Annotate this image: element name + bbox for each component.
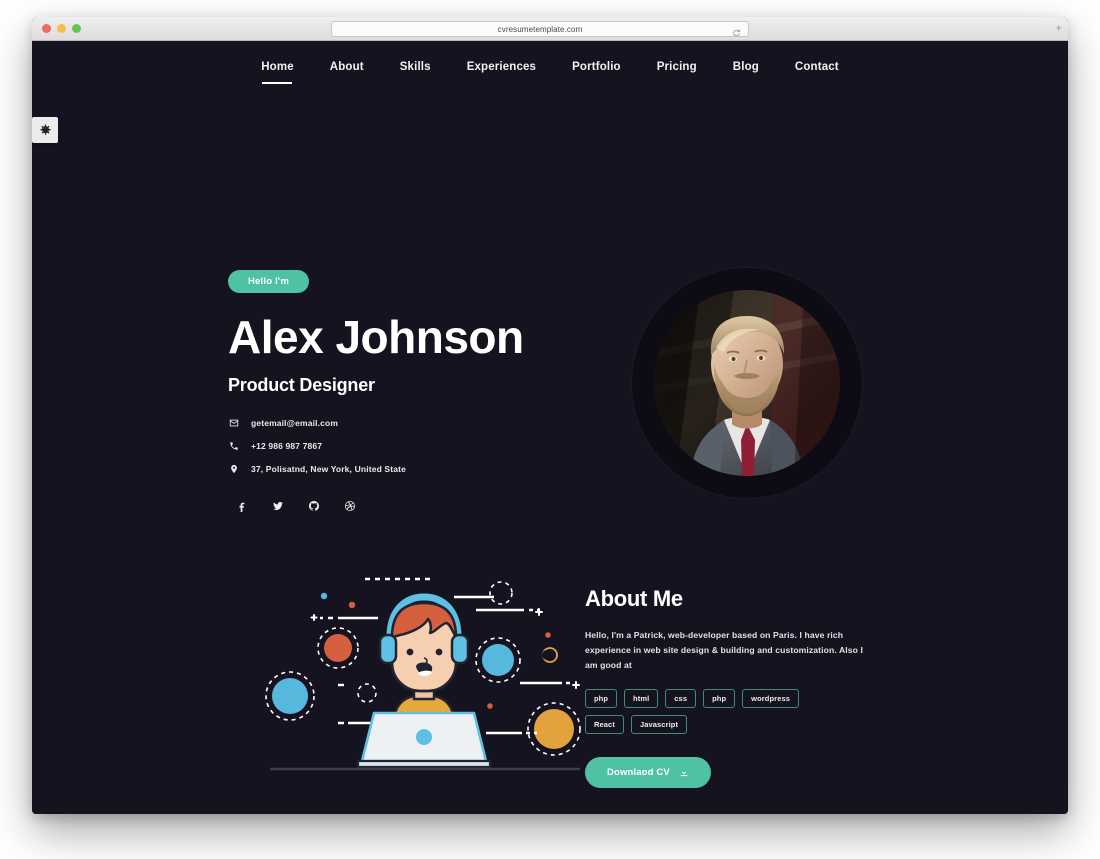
- download-icon: [680, 768, 688, 776]
- about-title: About Me: [585, 586, 683, 611]
- nav-list: Home About Skills Experiences Portfolio …: [243, 61, 857, 73]
- phone-icon: [228, 441, 239, 451]
- contact-address-text: 37, Polisatnd, New York, United State: [251, 464, 406, 475]
- new-tab-button[interactable]: +: [1056, 23, 1062, 34]
- skill-tag[interactable]: html: [624, 689, 659, 709]
- maximize-window-button[interactable]: [72, 24, 81, 33]
- portrait-photo: [654, 290, 840, 476]
- gear-icon: [39, 124, 51, 135]
- skill-tag[interactable]: React: [585, 715, 624, 735]
- hero-text-block: Hello I'm Alex Johnson Product Designer …: [228, 270, 618, 513]
- reload-icon[interactable]: [732, 25, 741, 37]
- contact-item-email[interactable]: getemail@email.com: [228, 418, 618, 428]
- skill-tag-list: php html css php wordpress React Javascr…: [585, 689, 835, 735]
- skill-tag[interactable]: wordpress: [742, 689, 799, 709]
- hero-name: Alex Johnson: [228, 311, 524, 363]
- download-cv-label: Downlaod CV: [607, 767, 670, 779]
- portrait-ring: [632, 268, 862, 498]
- skill-tag[interactable]: css: [665, 689, 697, 709]
- hero-role: Product Designer: [228, 375, 375, 396]
- about-illustration: [254, 563, 594, 783]
- download-cv-button[interactable]: Downlaod CV: [585, 757, 711, 789]
- url-text: cvresumetemplate.com: [497, 24, 583, 34]
- location-pin-icon: [228, 464, 239, 474]
- traffic-lights: [32, 24, 81, 33]
- browser-chrome: cvresumetemplate.com +: [32, 17, 1068, 41]
- dribbble-icon[interactable]: [343, 499, 357, 513]
- hero-section: Hello I'm Alex Johnson Product Designer …: [32, 93, 1068, 563]
- github-icon[interactable]: [307, 499, 321, 513]
- nav-item-contact[interactable]: Contact: [777, 61, 857, 73]
- address-bar[interactable]: cvresumetemplate.com: [331, 21, 749, 37]
- hero-portrait: [632, 268, 862, 498]
- nav-item-experiences[interactable]: Experiences: [449, 61, 554, 73]
- settings-toggle-button[interactable]: [32, 117, 58, 143]
- contact-phone-text: +12 986 987 7867: [251, 441, 323, 452]
- nav-item-skills[interactable]: Skills: [382, 61, 449, 73]
- main-navigation: Home About Skills Experiences Portfolio …: [32, 41, 1068, 93]
- skill-tag[interactable]: php: [585, 689, 618, 709]
- about-paragraph: Hello, I'm a Patrick, web-developer base…: [585, 630, 863, 671]
- twitter-icon[interactable]: [271, 499, 285, 513]
- social-links: [228, 499, 618, 513]
- envelope-icon: [228, 418, 239, 428]
- skill-tag[interactable]: Javascript: [630, 715, 688, 735]
- contact-item-address[interactable]: 37, Polisatnd, New York, United State: [228, 464, 618, 474]
- browser-window: cvresumetemplate.com + Home About Skills…: [32, 17, 1068, 814]
- skill-tag[interactable]: php: [703, 689, 736, 709]
- facebook-icon[interactable]: [235, 499, 249, 513]
- nav-item-portfolio[interactable]: Portfolio: [554, 61, 639, 73]
- nav-item-blog[interactable]: Blog: [715, 61, 777, 73]
- hero-badge: Hello I'm: [228, 270, 310, 293]
- nav-item-home[interactable]: Home: [243, 61, 312, 73]
- about-content: About Me Hello, I'm a Patrick, web-devel…: [585, 586, 905, 789]
- nav-item-pricing[interactable]: Pricing: [639, 61, 715, 73]
- nav-item-about[interactable]: About: [312, 61, 382, 73]
- minimize-window-button[interactable]: [57, 24, 66, 33]
- about-section: About Me Hello, I'm a Patrick, web-devel…: [32, 563, 1068, 813]
- contact-item-phone[interactable]: +12 986 987 7867: [228, 441, 618, 451]
- contact-email-text: getemail@email.com: [251, 418, 339, 429]
- close-window-button[interactable]: [42, 24, 51, 33]
- contact-list: getemail@email.com +12 986 987 7867 37, …: [228, 418, 618, 474]
- website-viewport: Home About Skills Experiences Portfolio …: [32, 41, 1068, 814]
